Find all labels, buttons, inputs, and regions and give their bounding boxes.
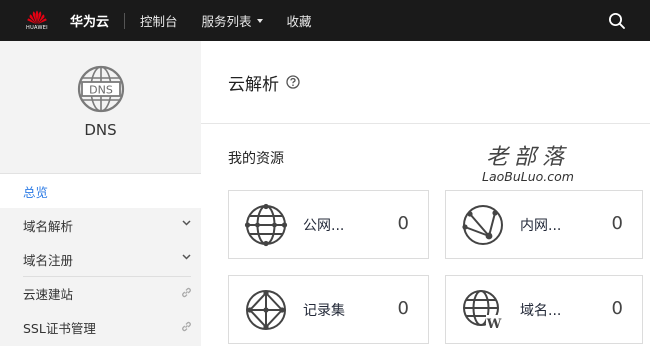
chevron-down-icon[interactable]: [182, 254, 191, 260]
resource-card-label: 域名...: [520, 302, 562, 319]
resource-card-count: 0: [611, 298, 623, 319]
search-icon[interactable]: [608, 12, 626, 30]
resource-card-domains[interactable]: W 域名... 0: [445, 275, 643, 344]
page-title: 云解析: [228, 74, 279, 95]
page-header: 云解析: [201, 41, 650, 124]
nav-divider: [124, 12, 126, 29]
public-network-icon: [244, 203, 288, 246]
sidebar-item-label: 域名解析: [23, 218, 74, 234]
dns-globe-icon: DNS: [77, 65, 124, 113]
sidebar-item-overview[interactable]: 总览: [0, 174, 201, 208]
record-set-icon: [246, 289, 286, 330]
sidebar-item-label: 云速建站: [23, 286, 74, 302]
dns-logo-text: DNS: [89, 84, 113, 97]
domain-www-icon: W: [463, 289, 502, 332]
watermark: 老部落 LaoBuLuo.com: [469, 139, 587, 185]
section-title: 我的资源: [228, 151, 284, 167]
help-icon[interactable]: [286, 75, 300, 89]
top-navigation-bar: HUAWEI 华为云 控制台 服务列表 收藏: [0, 0, 650, 41]
sidebar-item-domain-registration[interactable]: 域名注册: [0, 242, 201, 276]
sidebar-item-site-builder[interactable]: 云速建站: [0, 276, 201, 310]
nav-favorites[interactable]: 收藏: [287, 11, 312, 30]
resource-card-count: 0: [397, 298, 409, 319]
private-network-icon: [462, 204, 503, 245]
brand-name[interactable]: 华为云: [70, 11, 109, 30]
huawei-wordmark: HUAWEI: [26, 25, 48, 31]
sidebar-item-label: 域名注册: [23, 252, 74, 268]
watermark-line2: LaoBuLuo.com: [482, 169, 574, 184]
resource-card-label: 公网...: [303, 217, 345, 234]
nav-console[interactable]: 控制台: [140, 11, 178, 30]
sidebar-item-label: 总览: [23, 184, 49, 200]
nav-console-label: 控制台: [140, 14, 178, 29]
service-header: DNS DNS: [0, 41, 201, 174]
sidebar: DNS DNS 总览 域名解析 域名注册 云速建站 SSL证书管理: [0, 41, 201, 346]
huawei-logo[interactable]: HUAWEI: [15, 0, 59, 41]
chevron-down-icon[interactable]: [182, 220, 191, 226]
resource-card-label: 内网...: [520, 217, 562, 234]
resource-card-count: 0: [611, 213, 623, 234]
sidebar-item-ssl-cert[interactable]: SSL证书管理: [0, 310, 201, 344]
nav-service-list-label: 服务列表: [201, 14, 252, 29]
sidebar-item-label: SSL证书管理: [23, 320, 96, 336]
nav-favorites-label: 收藏: [286, 14, 312, 29]
sidebar-item-domain-resolution[interactable]: 域名解析: [0, 208, 201, 242]
resource-card-label: 记录集: [303, 302, 345, 319]
link-icon: [182, 287, 191, 298]
resource-card-public-zone[interactable]: 公网... 0: [228, 190, 429, 259]
service-title: DNS: [84, 121, 117, 139]
nav-service-list[interactable]: 服务列表: [202, 11, 263, 30]
huawei-petal-icon: [27, 10, 47, 24]
svg-text:W: W: [486, 317, 502, 332]
caret-down-icon: [256, 19, 263, 23]
watermark-line1: 老部落: [485, 145, 570, 170]
link-icon: [182, 321, 191, 332]
resource-card-count: 0: [397, 213, 409, 234]
resource-card-private-zone[interactable]: 内网... 0: [445, 190, 643, 259]
resource-card-record-sets[interactable]: 记录集 0: [228, 275, 429, 344]
main-content: 云解析 我的资源 老部落 LaoBuLuo.com 公网... 0 内网... …: [201, 41, 650, 346]
